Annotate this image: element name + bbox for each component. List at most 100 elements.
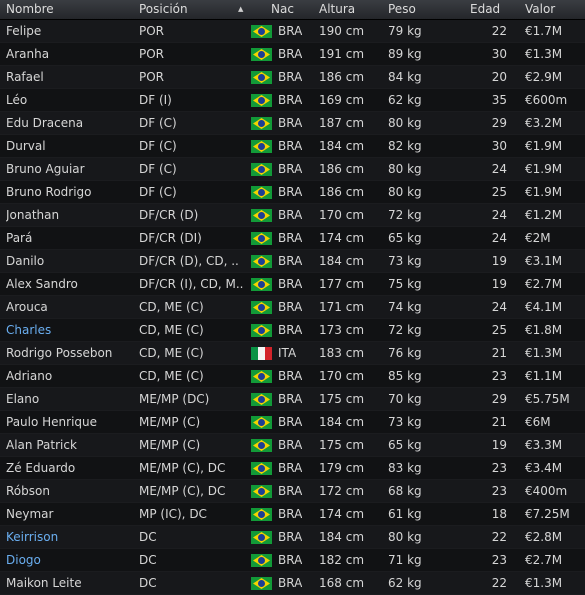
player-nationality: BRA [278, 553, 303, 567]
player-position: DF/CR (D), CD, .. [139, 254, 239, 268]
player-weight: 89 kg [388, 47, 422, 61]
brazil-flag-icon [251, 577, 272, 590]
brazil-flag-icon [251, 232, 272, 245]
table-row[interactable]: Felipe POR BRA 190 cm 79 kg 22 €1.7M [0, 20, 585, 43]
table-row[interactable]: Rodrigo Possebon CD, ME (C) ITA 183 cm 76 kg… [0, 342, 585, 365]
player-name: Maikon Leite [6, 576, 82, 590]
column-header-weight[interactable]: Peso [388, 2, 416, 16]
player-age: 23 [491, 461, 507, 475]
player-height: 171 cm [319, 300, 365, 314]
player-position: DF/CR (I), CD, M.. [139, 277, 244, 291]
brazil-flag-icon [251, 25, 272, 38]
table-row[interactable]: Adriano CD, ME (C) BRA 170 cm 85 kg 23 €1.1M [0, 365, 585, 388]
player-age: 19 [491, 438, 507, 452]
player-name: Durval [6, 139, 46, 153]
player-value: €3.2M [525, 116, 563, 130]
column-header-height[interactable]: Altura [319, 2, 355, 16]
table-row[interactable]: Alex Sandro DF/CR (I), CD, M.. BRA 177 cm 75… [0, 273, 585, 296]
player-name: Alan Patrick [6, 438, 77, 452]
player-height: 175 cm [319, 438, 365, 452]
player-nationality: BRA [278, 369, 303, 383]
player-age: 30 [491, 47, 507, 61]
player-position: DF (I) [139, 93, 172, 107]
column-header-nationality[interactable]: Nac [271, 2, 294, 16]
brazil-flag-icon [251, 255, 272, 268]
player-value: €1.3M [525, 576, 563, 590]
table-row[interactable]: Danilo DF/CR (D), CD, .. BRA 184 cm 73 kg 19 €… [0, 250, 585, 273]
table-header: Nombre Posición ▲ Nac Altura Peso Edad V… [0, 0, 585, 20]
brazil-flag-icon [251, 94, 272, 107]
player-name: Rafael [6, 70, 44, 84]
player-age: 18 [491, 507, 507, 521]
player-position: DF (C) [139, 162, 177, 176]
player-name: Jonathan [6, 208, 60, 222]
player-height: 184 cm [319, 530, 365, 544]
table-row[interactable]: Diogo DC BRA 182 cm 71 kg 23 €2.7M [0, 549, 585, 572]
sort-ascending-icon[interactable]: ▲ [238, 5, 243, 13]
player-weight: 80 kg [388, 530, 422, 544]
table-row[interactable]: Neymar MP (IC), DC BRA 174 cm 61 kg 18 €7.25M [0, 503, 585, 526]
brazil-flag-icon [251, 186, 272, 199]
table-row[interactable]: Alan Patrick ME/MP (C) BRA 175 cm 65 kg 19 €3.… [0, 434, 585, 457]
player-position: DF (C) [139, 139, 177, 153]
player-height: 174 cm [319, 507, 365, 521]
player-age: 24 [491, 231, 507, 245]
brazil-flag-icon [251, 554, 272, 567]
player-position: MP (IC), DC [139, 507, 207, 521]
table-row[interactable]: Pará DF/CR (DI) BRA 174 cm 65 kg 24 €2M [0, 227, 585, 250]
table-row[interactable]: Léo DF (I) BRA 169 cm 62 kg 35 €600m [0, 89, 585, 112]
player-name: Danilo [6, 254, 45, 268]
player-value: €1.3M [525, 346, 563, 360]
player-name: Diogo [6, 553, 41, 567]
column-header-position[interactable]: Posición [139, 2, 188, 16]
player-height: 169 cm [319, 93, 365, 107]
player-position: DF/CR (DI) [139, 231, 202, 245]
player-age: 23 [491, 484, 507, 498]
player-age: 23 [491, 369, 507, 383]
table-row[interactable]: Charles CD, ME (C) BRA 173 cm 72 kg 25 €1.8M [0, 319, 585, 342]
player-position: POR [139, 24, 165, 38]
player-value: €2M [525, 231, 551, 245]
player-value: €7.25M [525, 507, 570, 521]
table-row[interactable]: Bruno Rodrigo DF (C) BRA 186 cm 80 kg 25 €1.9M [0, 181, 585, 204]
player-nationality: BRA [278, 185, 303, 199]
brazil-flag-icon [251, 163, 272, 176]
table-row[interactable]: Rafael POR BRA 186 cm 84 kg 20 €2.9M [0, 66, 585, 89]
player-nationality: BRA [278, 47, 303, 61]
table-row[interactable]: Keirrison DC BRA 184 cm 80 kg 22 €2.8M [0, 526, 585, 549]
column-header-value[interactable]: Valor [525, 2, 555, 16]
player-value: €3.3M [525, 438, 563, 452]
player-weight: 84 kg [388, 70, 422, 84]
player-position: POR [139, 70, 165, 84]
table-row[interactable]: Durval DF (C) BRA 184 cm 82 kg 30 €1.9M [0, 135, 585, 158]
player-name: Rodrigo Possebon [6, 346, 113, 360]
player-name: Neymar [6, 507, 54, 521]
player-weight: 76 kg [388, 346, 422, 360]
brazil-flag-icon [251, 324, 272, 337]
player-weight: 71 kg [388, 553, 422, 567]
player-weight: 73 kg [388, 254, 422, 268]
column-header-name[interactable]: Nombre [6, 2, 54, 16]
table-row[interactable]: Maikon Leite DC BRA 168 cm 62 kg 22 €1.3M [0, 572, 585, 595]
table-row[interactable]: Jonathan DF/CR (D) BRA 170 cm 72 kg 24 €1.2M [0, 204, 585, 227]
table-row[interactable]: Bruno Aguiar DF (C) BRA 186 cm 80 kg 24 €1.9M [0, 158, 585, 181]
table-row[interactable]: Aranha POR BRA 191 cm 89 kg 30 €1.3M [0, 43, 585, 66]
brazil-flag-icon [251, 393, 272, 406]
table-row[interactable]: Paulo Henrique ME/MP (C) BRA 184 cm 73 kg 21 €… [0, 411, 585, 434]
table-row[interactable]: Arouca CD, ME (C) BRA 171 cm 74 kg 24 €4.1M [0, 296, 585, 319]
brazil-flag-icon [251, 117, 272, 130]
player-age: 24 [491, 208, 507, 222]
table-row[interactable]: Elano ME/MP (DC) BRA 175 cm 70 kg 29 €5.75M [0, 388, 585, 411]
table-row[interactable]: Róbson ME/MP (C), DC BRA 172 cm 68 kg 23 €400m [0, 480, 585, 503]
table-row[interactable]: Zé Eduardo ME/MP (C), DC BRA 179 cm 83 kg 23 €… [0, 457, 585, 480]
brazil-flag-icon [251, 301, 272, 314]
column-header-age[interactable]: Edad [470, 2, 500, 16]
player-name: Léo [6, 93, 28, 107]
brazil-flag-icon [251, 416, 272, 429]
player-position: ME/MP (C) [139, 438, 201, 452]
player-age: 30 [491, 139, 507, 153]
player-age: 29 [491, 116, 507, 130]
player-weight: 72 kg [388, 323, 422, 337]
table-row[interactable]: Edu Dracena DF (C) BRA 187 cm 80 kg 29 €3.2M [0, 112, 585, 135]
player-name: Zé Eduardo [6, 461, 76, 475]
